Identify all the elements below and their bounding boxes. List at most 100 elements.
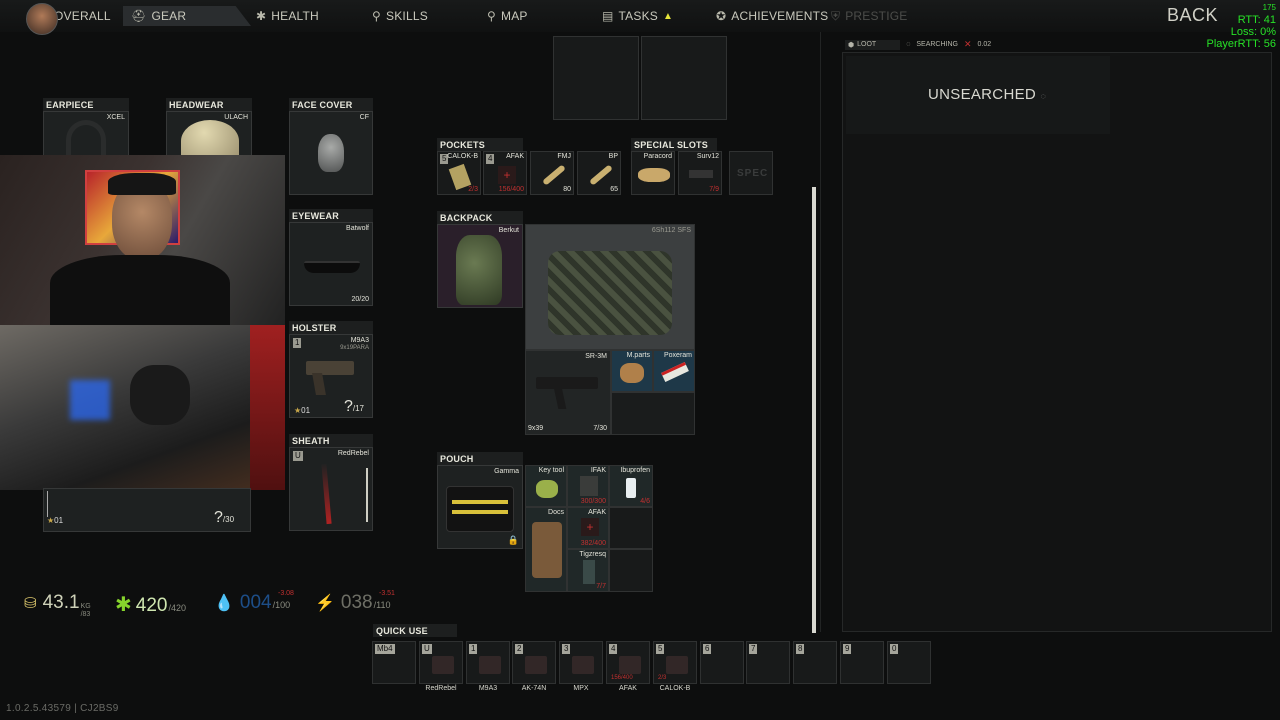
cancel-search-icon[interactable]: ✕ bbox=[964, 39, 972, 50]
backpack-item-name: Berkut bbox=[498, 227, 519, 234]
backpack-mparts-cell[interactable]: M.parts bbox=[611, 350, 653, 392]
holster-slot[interactable]: 1 M9A3 9x19PARA ★01 ?/17 bbox=[289, 334, 373, 418]
quick-use-slot-11[interactable]: 9 bbox=[840, 641, 884, 684]
quick-use-hotkey: U bbox=[422, 644, 432, 654]
holster-ammo-type: 9x19PARA bbox=[340, 345, 369, 351]
sheath-slot[interactable]: U RedRebel bbox=[289, 447, 373, 531]
quick-use-slot-12[interactable]: 0 bbox=[887, 641, 931, 684]
pocket-1-count: 2/3 bbox=[468, 186, 478, 193]
poxeram-tube-icon bbox=[661, 361, 689, 383]
quick-use-slot-4[interactable]: 2 bbox=[512, 641, 556, 684]
quick-use-label: MPX bbox=[573, 685, 589, 692]
quick-use-count: 2/3 bbox=[658, 675, 667, 681]
special-slots-title: SPECIAL SLOTS bbox=[631, 138, 717, 151]
backpack-weapon-cell[interactable]: SR-3M 9x39 7/30 bbox=[525, 350, 611, 435]
tab-tasks[interactable]: ▤ TASKS ▲ bbox=[602, 6, 673, 26]
face-cover-slot[interactable]: CF bbox=[289, 111, 373, 195]
quick-use-hotkey: 8 bbox=[796, 644, 805, 654]
headwear-slot[interactable]: ULACH bbox=[166, 111, 252, 162]
streamer-seated bbox=[130, 365, 190, 425]
quick-use-item-icon bbox=[572, 656, 594, 674]
rig-item-cell[interactable]: 6Sh112 SFS bbox=[525, 224, 695, 350]
weapon-slot-partial[interactable]: ★01 ?/30 bbox=[43, 488, 251, 532]
pouch-keytool-cell[interactable]: Key tool bbox=[525, 465, 567, 507]
backpack-empty-cell[interactable] bbox=[611, 392, 695, 435]
tab-health[interactable]: ✱ HEALTH bbox=[256, 6, 319, 26]
quick-use-slot-5[interactable]: 3 bbox=[559, 641, 603, 684]
unsearched-label: UNSEARCHED ◌ bbox=[928, 86, 1047, 103]
pouch-empty-cell-1[interactable] bbox=[609, 507, 653, 549]
quick-use-hotkey: 6 bbox=[703, 644, 712, 654]
pouch-lock-icon: 🔒 bbox=[507, 535, 519, 545]
pouch-item-name: Gamma bbox=[494, 468, 519, 475]
pocket-slot-4[interactable]: BP 65 bbox=[577, 151, 621, 195]
gear-helmet-icon: ⛑ bbox=[131, 9, 147, 23]
special-slot-2[interactable]: Surv12 7/9 bbox=[678, 151, 722, 195]
network-stats: 175 RTT: 41 Loss: 0% PlayerRTT: 56 bbox=[1207, 2, 1277, 50]
rig-cell-2[interactable] bbox=[641, 36, 727, 120]
special-slot-3[interactable]: SPEC bbox=[729, 151, 773, 195]
pocket-slot-3[interactable]: FMJ 80 bbox=[530, 151, 574, 195]
afak-icon: + bbox=[581, 518, 599, 536]
special-2-name: Surv12 bbox=[696, 153, 719, 160]
tab-overall[interactable]: OVERALL bbox=[54, 6, 111, 26]
monitor-glow bbox=[70, 380, 110, 420]
energy-bolt-icon: ⚡ bbox=[315, 595, 335, 612]
earpiece-item-name: XCEL bbox=[106, 114, 125, 121]
quick-use-hotkey: 2 bbox=[515, 644, 524, 654]
rig-cell-1[interactable] bbox=[553, 36, 639, 120]
tab-gear[interactable]: ⛑ GEAR bbox=[123, 6, 251, 26]
sr3m-ammo: 7/30 bbox=[593, 425, 607, 432]
pouch-tigzresq-cell[interactable]: Tigzresq 7/7 bbox=[567, 549, 609, 592]
weight-stat: ⛁ 43.1 KG/83 bbox=[24, 592, 91, 619]
quick-use-slot-8[interactable]: 6 bbox=[700, 641, 744, 684]
knife-icon bbox=[321, 463, 332, 525]
holster-hotkey: 1 bbox=[293, 338, 302, 348]
pouch-ibuprofen-cell[interactable]: Ibuprofen 4/6 bbox=[609, 465, 653, 507]
quick-use-slot-6[interactable]: 4 156/400 bbox=[606, 641, 650, 684]
backpack-poxeram-cell[interactable]: Poxeram bbox=[653, 350, 695, 392]
tab-health-label: HEALTH bbox=[271, 9, 319, 23]
sheath-item-name: RedRebel bbox=[337, 450, 369, 457]
overall-avatar-icon[interactable] bbox=[26, 3, 58, 35]
tab-achievements[interactable]: ✪ ACHIEVEMENTS bbox=[716, 6, 828, 26]
quick-use-slot-1[interactable]: Mb4 bbox=[372, 641, 416, 684]
pouch-ifak-cell[interactable]: IFAK 300/300 bbox=[567, 465, 609, 507]
loot-cube-icon: ⬢ bbox=[848, 41, 855, 49]
rifle-icon bbox=[536, 377, 598, 389]
loading-spinner-icon: ◌ bbox=[1040, 91, 1047, 101]
tab-map[interactable]: ⚲ MAP bbox=[487, 6, 528, 26]
pocket-3-count: 80 bbox=[563, 186, 571, 193]
weight-max: /83 bbox=[80, 611, 91, 618]
pocket-slot-2[interactable]: 4 AFAK + 156/400 bbox=[483, 151, 527, 195]
quick-use-hotkey: 7 bbox=[749, 644, 758, 654]
inventory-scrollbar[interactable] bbox=[812, 187, 816, 633]
keytool-icon bbox=[536, 480, 558, 498]
quick-use-slot-10[interactable]: 8 bbox=[793, 641, 837, 684]
pouch-empty-cell-2[interactable] bbox=[609, 549, 653, 592]
pouch-docs-cell[interactable]: Docs bbox=[525, 507, 567, 592]
quick-use-slot-7[interactable]: 5 2/3 bbox=[653, 641, 697, 684]
tab-skills[interactable]: ⚲ SKILLS bbox=[372, 6, 428, 26]
hydration-max: /100 bbox=[272, 600, 291, 610]
sunglasses-icon bbox=[304, 261, 360, 273]
pouch-slot[interactable]: Gamma 🔒 bbox=[437, 465, 523, 549]
pocket-slot-1[interactable]: 5 CALOK-B 2/3 bbox=[437, 151, 481, 195]
tigzresq-name: Tigzresq bbox=[579, 551, 606, 558]
weight-unit: KG bbox=[80, 603, 91, 610]
earpiece-slot[interactable]: XCEL bbox=[43, 111, 129, 161]
ifak-count: 300/300 bbox=[580, 498, 606, 505]
loss-readout: Loss: 0% bbox=[1230, 26, 1276, 38]
special-slot-1[interactable]: Paracord bbox=[631, 151, 675, 195]
quick-use-slot-3[interactable]: 1 bbox=[466, 641, 510, 684]
backpack-slot[interactable]: Berkut bbox=[437, 224, 523, 308]
quick-use-slot-2[interactable]: U bbox=[419, 641, 463, 684]
energy-stat: ⚡ 038 /110 -3.51 bbox=[315, 590, 395, 614]
loot-tab-label: LOOT bbox=[857, 41, 877, 48]
eyewear-slot[interactable]: Batwolf 20/20 bbox=[289, 222, 373, 306]
achievements-star-icon: ✪ bbox=[716, 9, 727, 23]
quick-use-slot-9[interactable]: 7 bbox=[746, 641, 790, 684]
pouch-afak-cell[interactable]: AFAK + 382/400 bbox=[567, 507, 609, 549]
pockets-title: POCKETS bbox=[437, 138, 523, 151]
prestige-shield-icon: ⛨ bbox=[831, 8, 841, 23]
